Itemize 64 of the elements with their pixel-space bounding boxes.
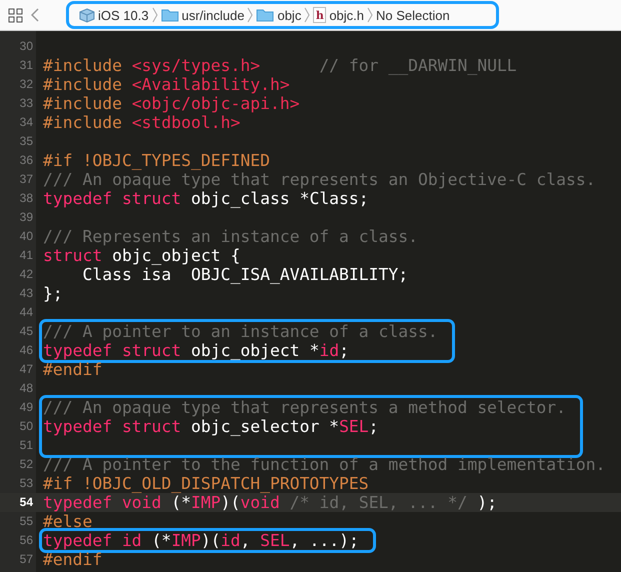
line-number: 36 <box>18 152 34 169</box>
line-number: 32 <box>18 76 34 93</box>
code-line: #endif <box>42 360 104 379</box>
code-line: Class isa OBJC_ISA_AVAILABILITY; <box>81 265 410 284</box>
line-number: 31 <box>18 57 34 74</box>
code-line: #if !OBJC_TYPES_DEFINED <box>42 151 271 170</box>
line-number: 51 <box>18 437 34 454</box>
code-line: /// An opaque type that represents an Objective-C class. <box>42 170 597 189</box>
code-line: typedef struct objc_object *id; <box>42 341 350 360</box>
breadcrumb-item[interactable]: usr/include <box>182 8 244 22</box>
code-line: /// A pointer to the function of a method implementation. <box>42 455 606 474</box>
chevron-icon <box>367 7 374 23</box>
code-line: typedef struct objc_class *Class; <box>42 189 370 208</box>
line-number: 37 <box>18 171 34 188</box>
code-line: struct objc_object { <box>42 246 242 265</box>
breadcrumb-item[interactable]: No Selection <box>376 8 450 22</box>
line-number: 55 <box>18 513 34 530</box>
line-number: 38 <box>18 190 34 207</box>
line-number: 30 <box>18 38 34 55</box>
line-number: 49 <box>18 399 34 416</box>
line-number: 35 <box>18 133 34 150</box>
chevron-icon <box>304 7 310 23</box>
code-line: /// An opaque type that represents a method selector. <box>42 398 566 417</box>
code-line: /// A pointer to an instance of a class. <box>42 322 438 341</box>
grid-icon[interactable] <box>8 8 23 22</box>
line-number: 57 <box>18 551 34 568</box>
line-number: 50 <box>18 418 34 435</box>
code-line: #endif <box>42 550 104 569</box>
back-icon[interactable] <box>31 8 39 22</box>
code-line: typedef struct objc_selector *SEL; <box>42 417 380 436</box>
code-line: #include <objc/objc-api.h> <box>42 94 301 113</box>
line-number: 53 <box>18 475 34 492</box>
line-number: 45 <box>18 323 34 340</box>
code-line: #else <box>42 512 94 531</box>
code-line: #include <Availability.h> <box>42 75 291 94</box>
line-number: 54 <box>0 493 36 512</box>
line-number: 39 <box>18 209 34 226</box>
code-line: /// Represents an instance of a class. <box>42 227 419 246</box>
line-number: 34 <box>18 114 34 131</box>
line-number: 52 <box>18 456 34 473</box>
chevron-icon <box>247 7 254 23</box>
folder-icon <box>160 8 179 22</box>
chevron-icon <box>152 7 158 23</box>
folder-icon <box>256 8 274 22</box>
line-number: 33 <box>18 95 34 112</box>
package-icon <box>79 8 95 22</box>
line-number: 41 <box>18 247 34 264</box>
breadcrumb-item[interactable]: objc.h <box>329 8 364 22</box>
breadcrumb-item[interactable]: iOS 10.3 <box>98 8 149 22</box>
line-number: 40 <box>18 228 34 245</box>
code-line: #include <sys/types.h> // for __DARWIN_NULL <box>42 56 518 75</box>
breadcrumb-item[interactable]: objc <box>277 8 302 22</box>
line-number: 42 <box>18 266 34 283</box>
line-number: 44 <box>18 304 34 321</box>
line-number: 48 <box>18 380 34 397</box>
code-line: typedef id (*IMP)(id, SEL, ...); <box>42 531 359 550</box>
file-icon: h <box>313 7 326 23</box>
code-line: #include <stdbool.h> <box>42 113 242 132</box>
code-line: }; <box>42 284 64 303</box>
line-number: 43 <box>18 285 34 302</box>
line-number: 47 <box>18 361 34 378</box>
line-number: 46 <box>18 342 34 359</box>
line-number: 56 <box>18 532 34 549</box>
code-line: #if !OBJC_OLD_DISPATCH_PROTOTYPES <box>42 474 370 493</box>
